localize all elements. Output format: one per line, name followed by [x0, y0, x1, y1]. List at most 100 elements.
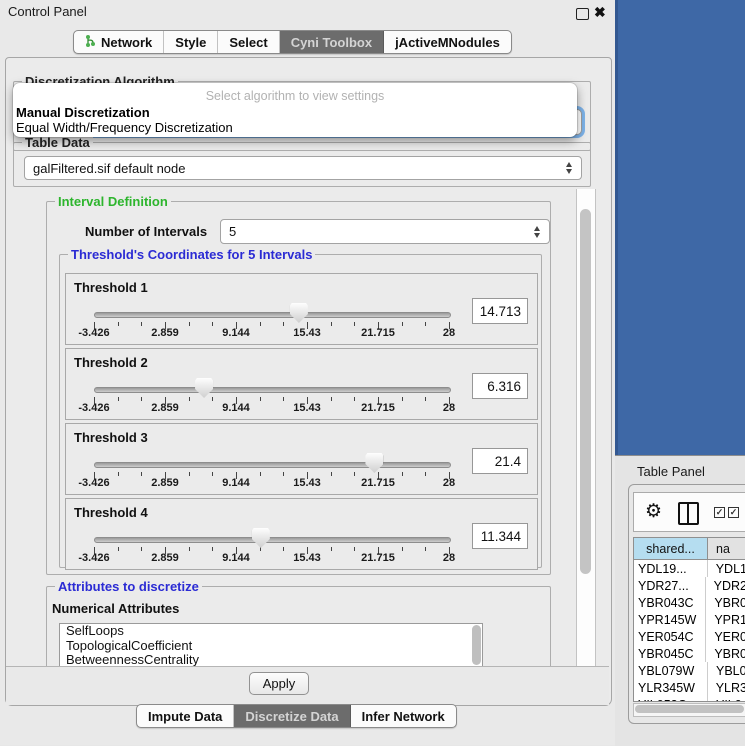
table-cell[interactable]: YIL052C — [634, 696, 708, 702]
table-row[interactable]: YBR043CYBR0 — [634, 594, 745, 611]
table-cell[interactable]: YBR0 — [706, 594, 745, 611]
tab-select[interactable]: Select — [218, 31, 279, 53]
number-of-intervals-value: 5 — [229, 224, 236, 239]
checkbox-icon[interactable]: ✓ — [714, 507, 725, 518]
threshold-panel-3: Threshold 3-3.4262.8599.14415.4321.71528… — [65, 423, 538, 495]
dropdown-option-manual-discretization[interactable]: Manual Discretization — [16, 105, 150, 120]
float-panel-icon[interactable] — [576, 8, 589, 20]
slider-tick — [354, 547, 355, 551]
tab-label: Impute Data — [148, 709, 222, 724]
table-horizontal-scrollbar[interactable] — [633, 703, 745, 717]
network-icon — [85, 34, 96, 51]
tab-infer-network[interactable]: Infer Network — [351, 705, 456, 727]
slider-track[interactable] — [94, 312, 451, 318]
slider-tick — [141, 472, 142, 476]
slider-tick-label: 15.43 — [293, 402, 321, 414]
table-row[interactable]: YDL19...YDL1 — [634, 560, 745, 577]
panel-scrollbar-thumb[interactable] — [580, 209, 591, 574]
tab-discretize-data[interactable]: Discretize Data — [234, 705, 350, 727]
table-scrollbar-thumb[interactable] — [635, 705, 744, 713]
slider-tick-label: 28 — [443, 477, 455, 489]
table-data-combobox[interactable]: galFiltered.sif default node — [24, 156, 582, 180]
gear-icon[interactable]: ⚙ — [645, 500, 662, 523]
table-cell[interactable]: YER0 — [706, 628, 745, 645]
threshold-value-field[interactable]: 6.316 — [472, 373, 528, 399]
tab-label: Style — [175, 35, 206, 50]
tab-style[interactable]: Style — [164, 31, 218, 53]
slider-tick-label: 15.43 — [293, 477, 321, 489]
apply-row: Apply — [6, 666, 609, 705]
slider-tick-label: -3.426 — [78, 477, 109, 489]
column-header-shared-name[interactable]: shared... — [634, 538, 708, 559]
slider-tick — [331, 397, 332, 401]
threshold-value-field[interactable]: 14.713 — [472, 298, 528, 324]
slider-tick — [118, 472, 119, 476]
spinner-arrows-icon — [534, 226, 541, 238]
apply-button[interactable]: Apply — [249, 672, 309, 695]
table-cell[interactable]: YDR2 — [706, 577, 745, 594]
slider-thumb[interactable] — [252, 528, 270, 548]
table-cell[interactable]: YBR0 — [706, 645, 745, 662]
threshold-label: Threshold 4 — [74, 505, 148, 520]
control-panel: Control Panel ✖ NetworkStyleSelectCyni T… — [0, 0, 615, 745]
table-cell[interactable]: YBR043C — [634, 594, 706, 611]
slider-tick-label: 21.715 — [361, 327, 395, 339]
attribute-item-selfloops[interactable]: SelfLoops — [60, 624, 482, 639]
split-columns-icon[interactable] — [678, 502, 699, 525]
slider-tick-label: -3.426 — [78, 552, 109, 564]
slider-tick-label: 21.715 — [361, 552, 395, 564]
slider-tick-label: 15.43 — [293, 552, 321, 564]
table-data-value: galFiltered.sif default node — [33, 161, 185, 176]
slider-thumb[interactable] — [365, 453, 383, 473]
tab-impute-data[interactable]: Impute Data — [137, 705, 234, 727]
table-cell[interactable]: YBR045C — [634, 645, 706, 662]
slider-track[interactable] — [94, 537, 451, 543]
threshold-panel-4: Threshold 4-3.4262.8599.14415.4321.71528… — [65, 498, 538, 570]
table-cell[interactable]: YPR145W — [634, 611, 706, 628]
tab-jactivemnodules[interactable]: jActiveMNodules — [384, 31, 511, 53]
slider-thumb[interactable] — [290, 303, 308, 323]
table-cell[interactable]: YBL079W — [634, 662, 708, 679]
table-cell[interactable]: YER054C — [634, 628, 706, 645]
list-scrollbar-thumb[interactable] — [472, 625, 481, 665]
tab-cyni-toolbox[interactable]: Cyni Toolbox — [280, 31, 384, 53]
table-cell[interactable]: YLR345W — [634, 679, 708, 696]
table-cell[interactable]: YLR3 — [708, 679, 745, 696]
dropdown-option-equal-width-frequency-discretization[interactable]: Equal Width/Frequency Discretization — [16, 120, 233, 135]
table-row[interactable]: YER054CYER0 — [634, 628, 745, 645]
slider-tick — [331, 472, 332, 476]
slider-tick — [212, 322, 213, 326]
table-row[interactable]: YIL052CYIL0 — [634, 696, 745, 702]
column-header-name[interactable]: na — [708, 538, 745, 559]
table-row[interactable]: YBL079WYBL0 — [634, 662, 745, 679]
threshold-value-field[interactable]: 11.344 — [472, 523, 528, 549]
table-cell[interactable]: YPR1 — [706, 611, 745, 628]
table-cell[interactable]: YDR27... — [634, 577, 706, 594]
tab-label: Discretize Data — [245, 709, 338, 724]
slider-tick — [402, 322, 403, 326]
attribute-item-topologicalcoefficient[interactable]: TopologicalCoefficient — [60, 639, 482, 654]
table-row[interactable]: YDR27...YDR2 — [634, 577, 745, 594]
threshold-value-field[interactable]: 21.4 — [472, 448, 528, 474]
table-cell[interactable]: YIL0 — [708, 696, 745, 702]
checkbox-icon[interactable]: ✓ — [728, 507, 739, 518]
slider-tick — [212, 397, 213, 401]
slider-track[interactable] — [94, 462, 451, 468]
slider-thumb[interactable] — [195, 378, 213, 398]
attribute-item-betweennesscentrality[interactable]: BetweennessCentrality — [60, 653, 482, 666]
close-panel-icon[interactable]: ✖ — [594, 4, 606, 21]
table-cell[interactable]: YDL1 — [708, 560, 745, 577]
number-of-intervals-spinner[interactable]: 5 — [220, 219, 550, 244]
tab-network[interactable]: Network — [74, 31, 164, 53]
panel-scrollbar[interactable] — [576, 189, 596, 666]
slider-tick — [402, 547, 403, 551]
table-header-row: shared... na — [634, 538, 745, 560]
table-cell[interactable]: YDL19... — [634, 560, 708, 577]
slider-tick-label: 9.144 — [222, 327, 250, 339]
table-row[interactable]: YLR345WYLR3 — [634, 679, 745, 696]
slider-tick — [402, 472, 403, 476]
slider-track[interactable] — [94, 387, 451, 393]
table-row[interactable]: YPR145WYPR1 — [634, 611, 745, 628]
table-cell[interactable]: YBL0 — [708, 662, 745, 679]
table-row[interactable]: YBR045CYBR0 — [634, 645, 745, 662]
